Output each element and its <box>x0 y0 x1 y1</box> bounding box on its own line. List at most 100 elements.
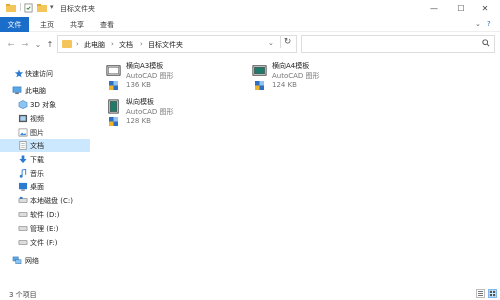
breadcrumb-separator: › <box>140 40 143 48</box>
sidebar-item-downloads[interactable]: 下载 <box>0 153 90 166</box>
autocad-icon <box>255 81 264 90</box>
sidebar-item-label: 音乐 <box>30 169 44 178</box>
landscape-template-icon <box>106 65 121 76</box>
sidebar-item-label: 网络 <box>25 256 39 265</box>
sidebar-item-network[interactable]: 网络 <box>0 254 90 267</box>
new-folder-icon[interactable] <box>37 3 47 13</box>
navigation-bar: ← → ⌄ ↑ › 此电脑 › 文档 › 目标文件夹 ⌄ ↻ <box>0 33 500 55</box>
sidebar-item-music[interactable]: 音乐 <box>0 167 90 180</box>
tab-home[interactable]: 主页 <box>40 20 54 30</box>
picture-icon <box>18 128 28 137</box>
refresh-button[interactable]: ↻ <box>280 36 294 48</box>
file-size: 128 KB <box>126 117 151 125</box>
sidebar-item-drive-c[interactable]: 本地磁盘 (C:) <box>0 194 90 207</box>
computer-icon <box>12 86 22 95</box>
sidebar-item-drive-f[interactable]: 文件 (F:) <box>0 236 90 249</box>
sidebar-item-desktop[interactable]: 桌面 <box>0 180 90 193</box>
file-size: 124 KB <box>272 81 297 89</box>
breadcrumb-target-folder[interactable]: 目标文件夹 <box>148 40 183 50</box>
window-title: 目标文件夹 <box>60 5 95 13</box>
autocad-icon <box>109 117 118 126</box>
search-input[interactable] <box>301 35 495 53</box>
sidebar-item-drive-e[interactable]: 管理 (E:) <box>0 222 90 235</box>
sidebar-item-label: 文件 (F:) <box>30 238 58 247</box>
help-icon[interactable]: ? <box>487 20 491 28</box>
network-icon <box>12 256 22 264</box>
details-view-icon <box>478 291 483 296</box>
status-bar: 3 个项目 <box>0 288 500 300</box>
drive-icon <box>18 226 28 231</box>
sidebar-item-videos[interactable]: 视频 <box>0 112 90 125</box>
landscape-template-icon <box>252 65 267 76</box>
maximize-button[interactable]: ☐ <box>450 2 472 14</box>
folder-icon <box>62 40 72 48</box>
sidebar-item-label: 图片 <box>30 128 44 137</box>
file-item[interactable]: 横向A4模板 AutoCAD 图形 124 KB <box>239 60 379 95</box>
large-icons-view-icon <box>489 290 496 297</box>
address-bar[interactable]: › 此电脑 › 文档 › 目标文件夹 ⌄ <box>57 35 297 53</box>
sidebar-item-label: 本地磁盘 (C:) <box>30 196 73 205</box>
address-dropdown-icon[interactable]: ⌄ <box>268 39 274 47</box>
title-bar: | ▾ 目标文件夹 — ☐ ✕ <box>0 0 500 17</box>
sidebar-item-documents[interactable]: 文档 <box>0 139 90 152</box>
sidebar-item-pictures[interactable]: 图片 <box>0 126 90 139</box>
file-name: 横向A3模板 <box>126 62 164 70</box>
tab-file[interactable]: 文件 <box>0 17 29 32</box>
breadcrumb-separator: › <box>76 40 79 48</box>
sidebar-item-this-pc[interactable]: 此电脑 <box>0 84 90 97</box>
sidebar-item-label: 文档 <box>30 141 44 150</box>
breadcrumb-separator: › <box>111 40 114 48</box>
portrait-template-icon <box>108 99 119 114</box>
back-button[interactable]: ← <box>6 39 16 49</box>
large-icons-view-button[interactable] <box>488 289 497 298</box>
sidebar-item-drive-d[interactable]: 软件 (D:) <box>0 208 90 221</box>
tab-view[interactable]: 查看 <box>100 20 114 30</box>
folder-icon <box>6 4 16 12</box>
autocad-icon <box>109 81 118 90</box>
file-list: 横向A3模板 AutoCAD 图形 136 KB 横向A4模板 AutoCAD … <box>93 60 493 280</box>
file-type: AutoCAD 图形 <box>126 72 174 80</box>
forward-button[interactable]: → <box>20 39 30 49</box>
divider: | <box>19 2 22 11</box>
minimize-button[interactable]: — <box>423 2 445 14</box>
file-item[interactable]: 横向A3模板 AutoCAD 图形 136 KB <box>93 60 233 95</box>
file-name: 横向A4模板 <box>272 62 310 70</box>
properties-icon[interactable] <box>24 3 33 13</box>
sidebar-item-label: 软件 (D:) <box>30 210 60 219</box>
search-icon <box>482 39 490 50</box>
video-icon <box>18 114 28 123</box>
sidebar-item-quick-access[interactable]: 快速访问 <box>0 67 90 80</box>
desktop-icon <box>18 182 28 191</box>
details-view-button[interactable] <box>476 289 485 298</box>
close-button[interactable]: ✕ <box>474 2 496 14</box>
customize-quick-access-icon[interactable]: ▾ <box>50 3 54 13</box>
ribbon-tabs: 文件 主页 共享 查看 ⌄ ? <box>0 17 500 32</box>
breadcrumb-documents[interactable]: 文档 <box>119 40 133 50</box>
navigation-pane: 快速访问 此电脑 3D 对象 视频 图片 文档 下载 音乐 桌面 本地磁盘 (C… <box>0 60 90 280</box>
file-size: 136 KB <box>126 81 151 89</box>
file-item[interactable]: 纵向模板 AutoCAD 图形 128 KB <box>93 96 233 131</box>
document-icon <box>19 141 27 150</box>
file-type: AutoCAD 图形 <box>272 72 320 80</box>
download-icon <box>19 155 27 164</box>
star-icon <box>14 69 24 78</box>
sidebar-item-3d-objects[interactable]: 3D 对象 <box>0 98 90 111</box>
drive-icon <box>18 212 28 217</box>
cube-icon <box>18 100 28 109</box>
recent-locations-button[interactable]: ⌄ <box>33 39 43 49</box>
sidebar-item-label: 下载 <box>30 155 44 164</box>
file-name: 纵向模板 <box>126 98 154 106</box>
sidebar-item-label: 此电脑 <box>25 86 46 95</box>
sidebar-item-label: 3D 对象 <box>30 100 57 109</box>
up-button[interactable]: ↑ <box>45 39 55 49</box>
drive-icon <box>18 240 28 245</box>
music-icon <box>19 169 27 178</box>
tab-share[interactable]: 共享 <box>70 20 84 30</box>
expand-ribbon-icon[interactable]: ⌄ <box>475 20 481 28</box>
breadcrumb-this-pc[interactable]: 此电脑 <box>84 40 105 50</box>
file-type: AutoCAD 图形 <box>126 108 174 116</box>
item-count: 3 个项目 <box>9 291 37 299</box>
sidebar-item-label: 桌面 <box>30 182 44 191</box>
drive-icon <box>18 196 28 203</box>
sidebar-item-label: 管理 (E:) <box>30 224 59 233</box>
